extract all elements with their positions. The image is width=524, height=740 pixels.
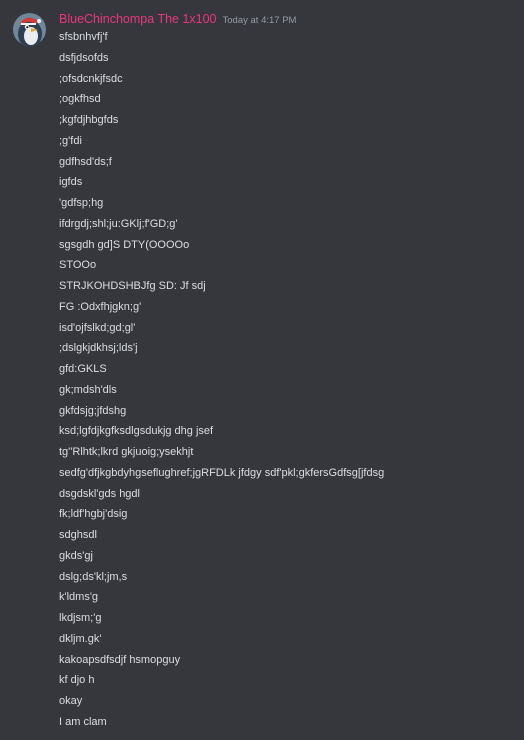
message-line: tg''Rlhtk;lkrd gkjuoig;ysekhjt bbox=[59, 446, 194, 458]
message-line: kf djo h bbox=[59, 674, 95, 687]
message-line: I am clam bbox=[59, 715, 107, 728]
chat-message-group: BlueChinchompa The 1x100 Today at 4:17 P… bbox=[0, 0, 524, 740]
message-line: ifdrgdj;shl;ju:GKlj;f'GD;g' bbox=[59, 217, 178, 230]
message-line: dkljm.gk' bbox=[59, 632, 102, 645]
message-line: lkdjsm;'g bbox=[59, 612, 102, 624]
message-line: dsgdskl'gds hgdl bbox=[59, 487, 140, 500]
penguin-avatar-icon bbox=[13, 13, 46, 46]
message-line: ;dslgkjdkhsj;lds'j bbox=[59, 342, 138, 355]
message-line: sdghsdl bbox=[59, 529, 97, 541]
message-line: gk;mdsh'dls bbox=[59, 383, 117, 396]
timestamp: Today at 4:17 PM bbox=[222, 15, 297, 26]
message-line: FG :Odxfhjgkn;g' bbox=[59, 300, 142, 313]
message-line: STRJKOHDSHBJfg SD: Jf sdj bbox=[59, 280, 206, 292]
message-line: gkds'gj bbox=[59, 549, 93, 562]
message-line: gdfhsd'ds;f bbox=[59, 155, 112, 168]
message-line: igfds bbox=[59, 176, 83, 189]
message-line: 'gdfsp;hg bbox=[59, 197, 104, 209]
message-line: gkfdsjg;jfdshg bbox=[59, 404, 127, 417]
message-line: kakoapsdfsdjf hsmopguy bbox=[59, 653, 181, 666]
message-line: isd'ojfslkd;gd;gl' bbox=[59, 321, 136, 334]
message-line: fk;ldf'hgbj'dsig bbox=[59, 508, 128, 521]
message-line: ;ogkfhsd bbox=[59, 93, 101, 106]
message-line: ;ofsdcnkjfsdc bbox=[59, 72, 123, 85]
message-line: k'ldms'g bbox=[59, 591, 99, 604]
message-line: sfsbnhvfj'f bbox=[59, 31, 108, 43]
message-line: dslg;ds'kl;jm,s bbox=[59, 570, 128, 583]
message-line: ;kgfdjhbgfds bbox=[59, 114, 119, 126]
username[interactable]: BlueChinchompa The 1x100 bbox=[59, 12, 217, 26]
message-line: sedfg'dfjkgbdyhgseflughref;jgRFDLk jfdgy… bbox=[59, 466, 385, 479]
user-avatar[interactable] bbox=[13, 13, 46, 46]
message-line: ksd;lgfdjkgfksdlgsdukjg dhg jsef bbox=[59, 425, 214, 438]
message-line: STOOo bbox=[59, 259, 97, 272]
message-line: gfd:GKLS bbox=[59, 363, 107, 375]
message-line: okay bbox=[59, 695, 83, 707]
message-list: sfsbnhvfj'f dsfjdsofds ;ofsdcnkjfsdc ;og… bbox=[59, 27, 524, 733]
message-line: dsfjdsofds bbox=[59, 51, 109, 64]
message-line: sgsgdh gd]S DTY(OOOOo bbox=[59, 238, 190, 251]
message-line: ;g'fdi bbox=[59, 134, 82, 147]
